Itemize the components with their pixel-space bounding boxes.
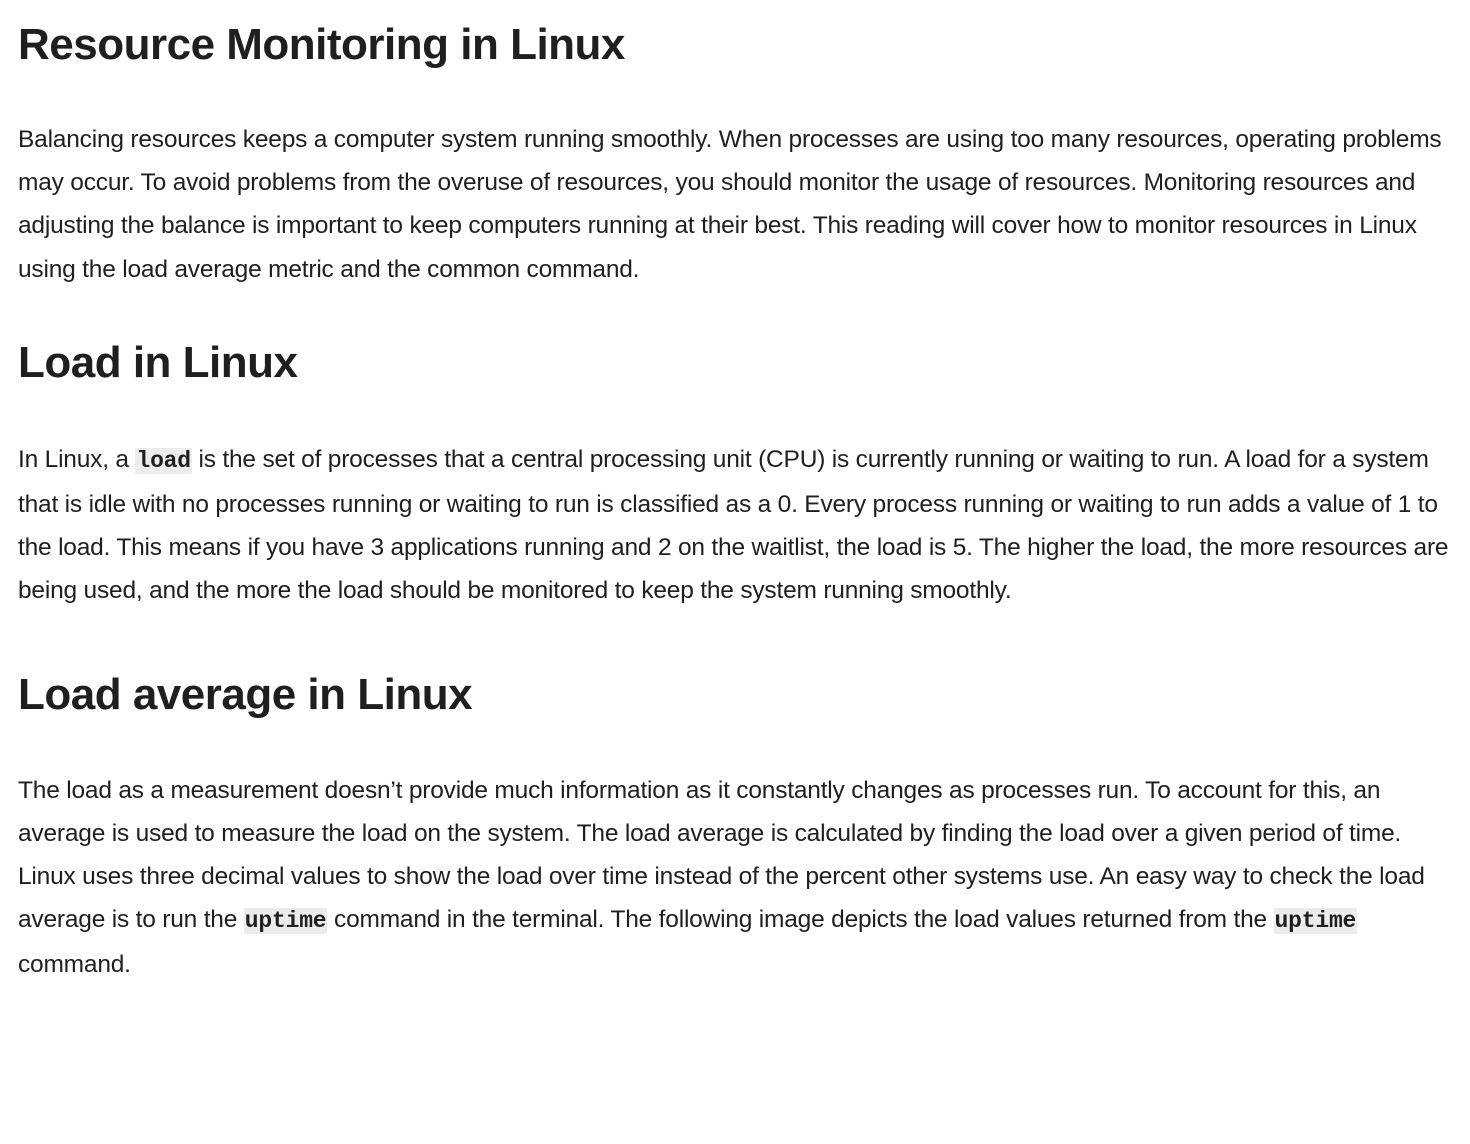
page-title: Resource Monitoring in Linux <box>18 20 625 69</box>
section-heading-load-average: Load average in Linux <box>18 669 473 719</box>
intro-paragraph: Balancing resources keeps a computer sys… <box>18 126 1442 283</box>
load-average-paragraph: The load as a measurement doesn’t provid… <box>18 769 1452 987</box>
load-paragraph: In Linux, a load is the set of processes… <box>18 438 1452 613</box>
inline-code-load: load <box>135 447 192 474</box>
load-average-text-3: command. <box>18 951 131 979</box>
section-heading-load: Load in Linux <box>18 337 298 387</box>
inline-code-uptime-2: uptime <box>1273 908 1358 935</box>
article: Resource Monitoring in Linux Balancing r… <box>0 0 1470 987</box>
load-average-text-2: command in the terminal. The following i… <box>327 906 1274 934</box>
load-text-after: is the set of processes that a central p… <box>18 445 1449 605</box>
inline-code-uptime: uptime <box>243 908 328 935</box>
load-text-before: In Linux, a <box>18 445 136 473</box>
